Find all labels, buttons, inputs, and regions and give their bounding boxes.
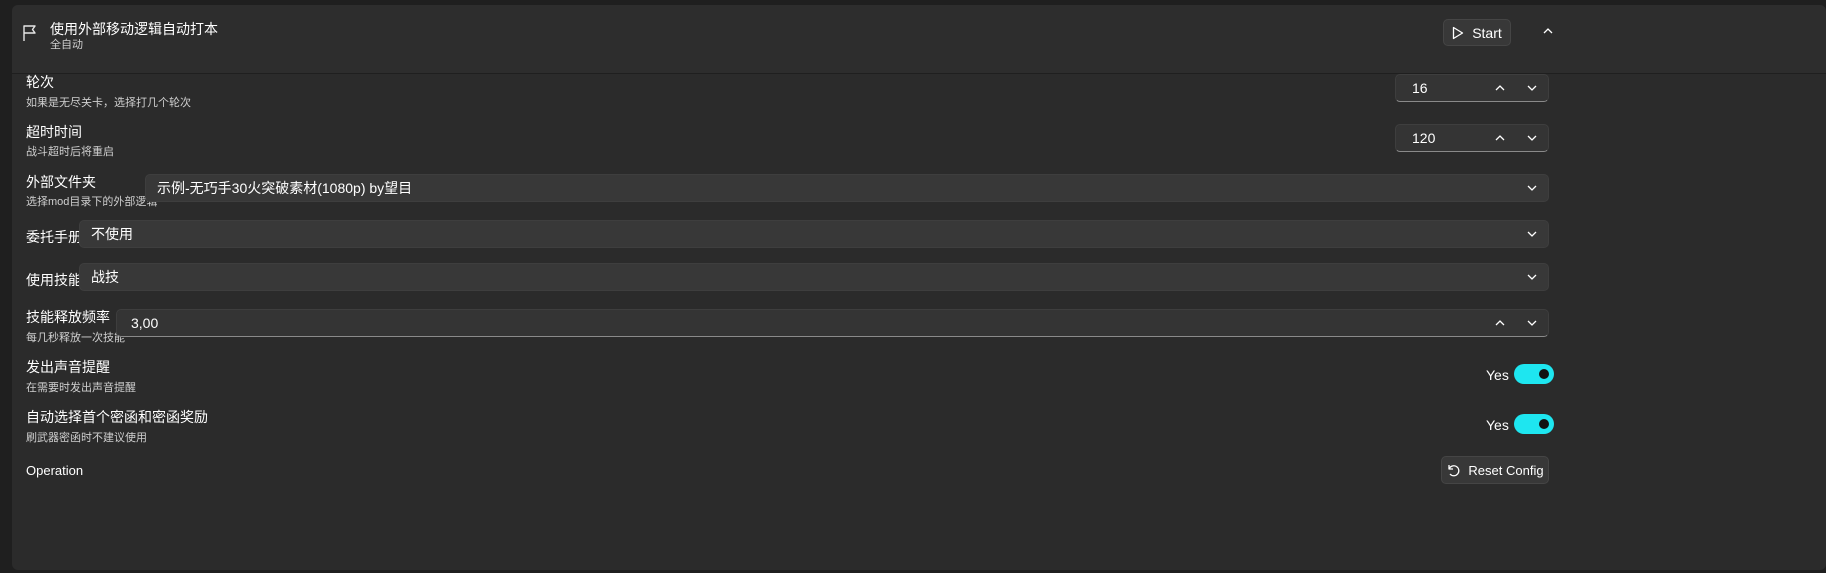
increment-chevron-up-icon[interactable] — [1484, 125, 1516, 151]
chevron-down-icon — [1516, 184, 1548, 192]
timeout-label: 超时时间 — [26, 124, 82, 140]
increment-chevron-up-icon[interactable] — [1484, 310, 1516, 336]
skill-freq-value: 3,00 — [131, 315, 159, 331]
card-header[interactable] — [12, 5, 1826, 74]
sound-label: 发出声音提醒 — [26, 359, 110, 375]
manual-dropdown[interactable]: 不使用 — [79, 220, 1549, 248]
skill-freq-number-input[interactable]: 3,00 — [116, 309, 1549, 337]
reset-config-button[interactable]: Reset Config — [1441, 456, 1549, 484]
chevron-down-icon — [1516, 273, 1548, 281]
auto-select-desc: 刷武器密函时不建议使用 — [26, 432, 147, 444]
undo-icon — [1446, 463, 1460, 477]
rounds-desc: 如果是无尽关卡，选择打几个轮次 — [26, 97, 191, 109]
decrement-chevron-down-icon[interactable] — [1516, 75, 1548, 101]
folder-label: 外部文件夹 — [26, 174, 96, 190]
folder-dropdown[interactable]: 示例-无巧手30火突破素材(1080p) by望目 — [145, 174, 1549, 202]
toggle-knob — [1539, 369, 1549, 379]
rounds-number-input[interactable]: 16 — [1395, 74, 1549, 102]
decrement-chevron-down-icon[interactable] — [1516, 125, 1548, 151]
timeout-number-input[interactable]: 120 — [1395, 124, 1549, 152]
skill-label: 使用技能 — [26, 272, 82, 288]
toggle-knob — [1539, 419, 1549, 429]
manual-label: 委托手册 — [26, 229, 82, 245]
increment-chevron-up-icon[interactable] — [1484, 75, 1516, 101]
rounds-value: 16 — [1412, 80, 1428, 96]
auto-select-label: 自动选择首个密函和密函奖励 — [26, 409, 208, 425]
manual-value: 不使用 — [91, 226, 133, 242]
page-subtitle: 全自动 — [50, 39, 83, 51]
reset-config-label: Reset Config — [1468, 462, 1544, 478]
folder-desc: 选择mod目录下的外部逻辑 — [26, 196, 158, 208]
sound-toggle-state: Yes — [1486, 367, 1509, 383]
folder-value: 示例-无巧手30火突破素材(1080p) by望目 — [157, 180, 413, 196]
auto-select-toggle[interactable] — [1514, 414, 1554, 434]
rounds-label: 轮次 — [26, 74, 54, 90]
chevron-down-icon — [1516, 230, 1548, 238]
skill-value: 战技 — [91, 269, 119, 285]
skill-dropdown[interactable]: 战技 — [79, 263, 1549, 291]
start-button[interactable]: Start — [1443, 19, 1511, 46]
timeout-desc: 战斗超时后将重启 — [26, 146, 114, 158]
decrement-chevron-down-icon[interactable] — [1516, 310, 1548, 336]
timeout-value: 120 — [1412, 130, 1436, 146]
skill-freq-desc: 每几秒释放一次技能 — [26, 332, 125, 344]
play-icon — [1452, 26, 1464, 40]
sound-toggle[interactable] — [1514, 364, 1554, 384]
collapse-chevron-icon[interactable] — [1542, 27, 1554, 35]
start-label: Start — [1472, 24, 1502, 41]
skill-freq-label: 技能释放频率 — [26, 309, 110, 325]
sound-desc: 在需要时发出声音提醒 — [26, 382, 136, 394]
operation-label: Operation — [26, 463, 84, 478]
flag-icon — [22, 24, 38, 42]
auto-select-toggle-state: Yes — [1486, 417, 1509, 433]
